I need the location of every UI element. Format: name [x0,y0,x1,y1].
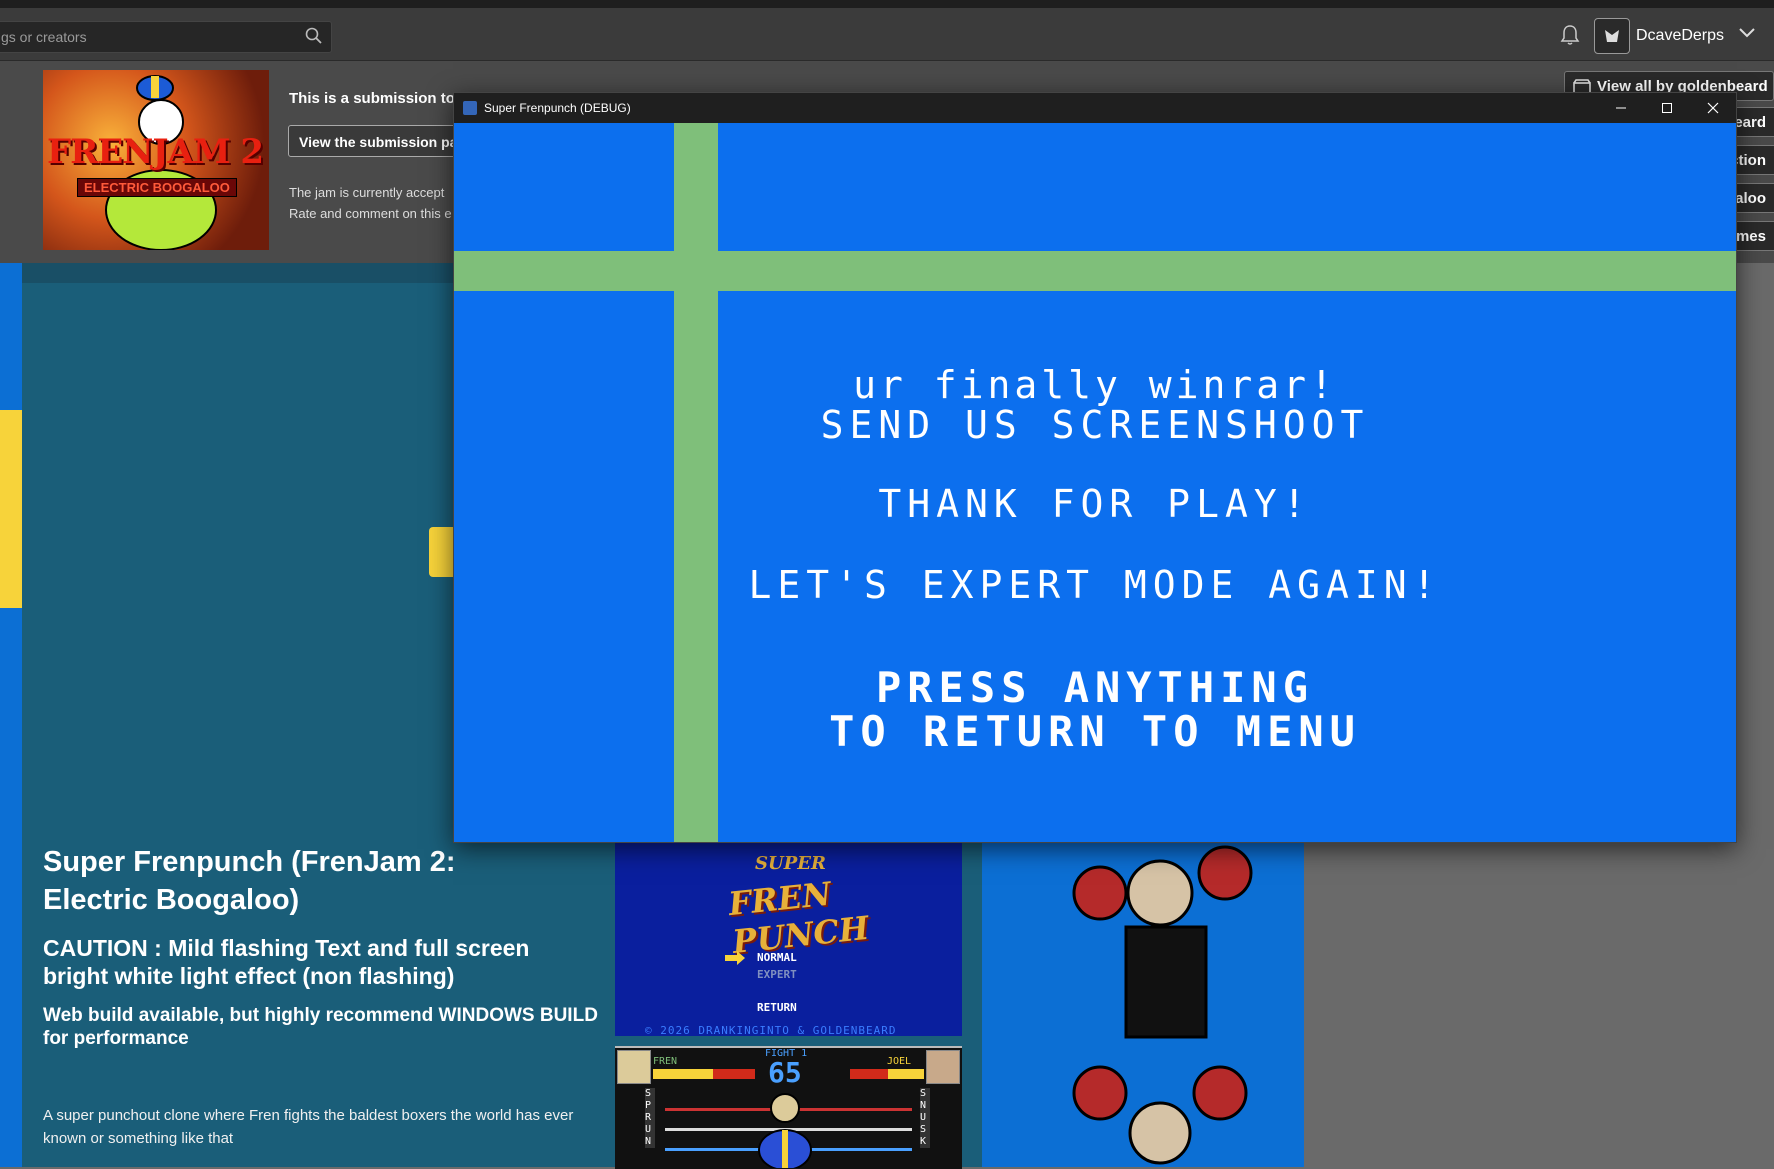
game-text-line-3: THANK FOR PLAY! [878,482,1312,526]
game-text-line-4: LET'S EXPERT MODE AGAIN! [748,563,1442,607]
jam-logo-image[interactable]: FRENJAM 2 ELECTRIC BOOGALOO [43,70,269,250]
minimize-button[interactable] [1598,93,1644,123]
right-post-text: SNUSK [920,1088,930,1148]
menu-expert: EXPERT [757,968,797,981]
chevron-down-icon[interactable] [1738,26,1756,40]
jam-status: The jam is currently accept Rate and com… [289,182,454,224]
flag-cross-horizontal [454,251,1736,291]
game-text-line-5: PRESS ANYTHING [875,663,1314,712]
game-text-line-2: SEND US SCREENSHOOT [820,403,1370,447]
search-input[interactable]: gs or creators [0,21,332,53]
menu-normal: NORMAL [757,951,797,964]
screenshot-copyright: © 2026 DRANKINGINTO & GOLDENBEARD [645,1024,897,1037]
window-titlebar[interactable]: Super Frenpunch (DEBUG) [454,93,1736,123]
player-health-empty [713,1069,755,1079]
jam-status-line-2: Rate and comment on this e [289,206,452,221]
game-title: Super Frenpunch (FrenJam 2: Electric Boo… [43,846,456,916]
app-icon [463,101,477,115]
maximize-button[interactable] [1644,93,1690,123]
menu-return: RETURN [757,1001,797,1014]
notification-bell-icon[interactable] [1560,24,1580,46]
fighter-sprite [758,1093,812,1168]
game-canvas[interactable]: ur finally winrar! SEND US SCREENSHOOT T… [454,123,1736,842]
fren-portrait [617,1050,651,1084]
game-window[interactable]: Super Frenpunch (DEBUG) ur finally winra… [453,92,1737,843]
view-submission-button[interactable]: View the submission pag [288,125,458,157]
close-icon [1707,102,1719,114]
screenshot-menu[interactable]: SUPER FREN PUNCH NORMAL EXPERT RETURN © … [615,843,962,1037]
caution-heading: CAUTION : Mild flashing Text and full sc… [43,935,530,989]
web-build-note: Web build available, but highly recommen… [43,1005,598,1049]
game-description: A super punchout clone where Fren fights… [43,1107,574,1147]
maximize-icon [1662,103,1672,113]
boxer-art [1072,845,1253,1165]
jam-logo-title: FRENJAM 2 [47,132,264,172]
search-placeholder: gs or creators [1,29,87,45]
game-text-line-6: TO RETURN TO MENU [829,707,1361,756]
embed-run-button[interactable] [429,527,453,577]
screenshot-logo-main: FREN PUNCH [726,874,871,961]
fight-timer: 65 [768,1056,802,1089]
game-text-line-1: ur finally winrar! [853,363,1337,407]
avatar[interactable] [1594,18,1630,54]
username[interactable]: DcaveDerps [1636,27,1724,45]
user-avatar-icon [1605,30,1619,42]
screenshot-logo-super: SUPER [755,853,826,874]
joel-portrait [926,1050,960,1084]
player-name: FREN [653,1056,678,1067]
opponent-health-fill [888,1069,924,1079]
opponent-name: JOEL [887,1056,912,1067]
site-header: gs or creators DcaveDerps [0,8,1774,61]
left-yellow-decoration [0,410,22,608]
opponent-health-empty [850,1069,888,1079]
player-health-fill [653,1069,713,1079]
browser-top-strip [0,0,1774,8]
pointing-hand-icon [725,951,745,965]
left-post-text: SPRUN [645,1088,655,1148]
search-icon[interactable] [305,27,323,45]
jam-status-line-1: The jam is currently accept [289,185,445,200]
jam-logo-subtitle: ELECTRIC BOOGALOO [77,178,237,197]
minimize-icon [1616,107,1626,109]
submission-text: This is a submission to [289,90,455,107]
close-button[interactable] [1690,93,1736,123]
window-title: Super Frenpunch (DEBUG) [484,101,631,115]
screenshot-fight[interactable]: FREN JOEL FIGHT 1 65 SPRUN SNUSK [615,1046,962,1169]
